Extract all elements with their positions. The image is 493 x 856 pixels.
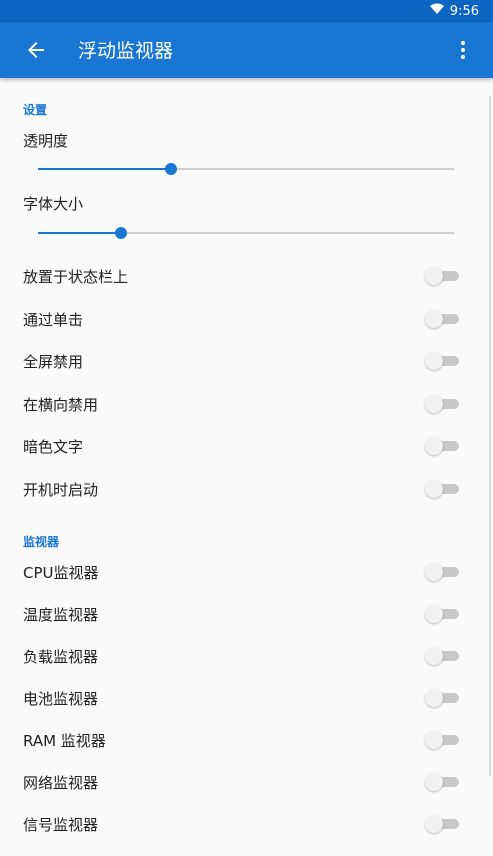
toggle-row-label: 在横向禁用 [23, 395, 99, 414]
toggle-thumb [425, 352, 443, 370]
toggle-thumb [425, 605, 443, 623]
transparency-slider[interactable] [38, 159, 454, 179]
toggle-thumb [425, 647, 443, 665]
toggle-switch[interactable] [425, 479, 461, 498]
toggle-row-label: 开机时启动 [23, 480, 99, 499]
slider-thumb[interactable] [115, 227, 128, 239]
status-bar: 9:56 [0, 0, 493, 22]
page-title: 浮动监视器 [78, 40, 174, 62]
toggle-switch[interactable] [425, 815, 461, 833]
toggle-thumb [425, 689, 443, 707]
toggle-switch[interactable] [425, 267, 461, 285]
slider-fill [38, 232, 122, 234]
toggle-row[interactable]: 放置于状态栏上 [0, 256, 486, 296]
section-header-settings: 设置 [23, 103, 48, 117]
toggle-switch[interactable] [425, 437, 461, 455]
toggle-switch[interactable] [425, 394, 461, 413]
toggle-row[interactable]: 信号监视器 [0, 804, 486, 844]
toggle-row-label: 负载监视器 [23, 648, 99, 666]
toggle-row[interactable]: 负载监视器 [0, 636, 486, 676]
toggle-row[interactable]: 网络监视器 [0, 762, 486, 802]
toggle-thumb [425, 479, 443, 498]
toggle-row-label: 通过单击 [23, 310, 84, 329]
toggle-row[interactable]: CPU监视器 [0, 552, 486, 592]
toggle-thumb [425, 394, 443, 413]
toggle-switch[interactable] [425, 309, 461, 328]
toggle-row[interactable]: RAM 监视器 [0, 720, 486, 760]
section-header-monitors: 监视器 [23, 535, 60, 549]
toggle-switch[interactable] [425, 352, 461, 370]
toggle-row[interactable]: 暗色文字 [0, 426, 486, 466]
toggle-row-label: 信号监视器 [23, 816, 99, 834]
toggle-switch[interactable] [425, 563, 461, 581]
toggle-row-label: CPU监视器 [23, 564, 99, 582]
slider-fill [38, 168, 172, 170]
toggle-row[interactable]: 在横向禁用 [0, 384, 486, 424]
toggle-thumb [425, 267, 443, 285]
toggle-row-label: 放置于状态栏上 [23, 268, 129, 286]
status-icons: 9:56 [429, 3, 479, 19]
toggle-row[interactable]: 通过单击 [0, 299, 486, 339]
toggle-thumb [425, 437, 443, 455]
toggle-row-label: RAM 监视器 [23, 732, 106, 750]
toggle-row[interactable]: 全屏禁用 [0, 341, 486, 381]
toggle-thumb [425, 815, 443, 833]
toggle-thumb [425, 563, 443, 581]
arrow-back-icon[interactable] [24, 38, 48, 62]
font-size-slider[interactable] [38, 223, 454, 243]
font-size-label: 字体大小 [23, 195, 84, 213]
toggle-row-label: 电池监视器 [23, 690, 99, 708]
status-time: 9:56 [449, 3, 479, 19]
toggle-thumb [425, 773, 443, 791]
more-vert-icon[interactable] [451, 38, 475, 62]
toggle-thumb [425, 309, 443, 328]
toggle-row[interactable]: 电池监视器 [0, 678, 486, 718]
toggle-switch[interactable] [425, 731, 461, 749]
toggle-row-label: 网络监视器 [23, 774, 99, 792]
transparency-label: 透明度 [23, 132, 69, 150]
toggle-row[interactable]: 温度监视器 [0, 594, 486, 634]
toggle-row[interactable]: 开机时启动 [0, 469, 486, 509]
toggle-switch[interactable] [425, 605, 461, 623]
toggle-row-label: 暗色文字 [23, 438, 84, 456]
toggle-switch[interactable] [425, 773, 461, 791]
slider-thumb[interactable] [165, 163, 178, 175]
wifi-icon [429, 3, 444, 19]
app-bar: 浮动监视器 [0, 22, 493, 78]
toggle-thumb [425, 731, 443, 749]
toggle-row-label: 温度监视器 [23, 606, 99, 624]
toggle-switch[interactable] [425, 647, 461, 665]
toggle-row-label: 全屏禁用 [23, 353, 84, 371]
toggle-switch[interactable] [425, 689, 461, 707]
scroll-edge [489, 96, 491, 776]
